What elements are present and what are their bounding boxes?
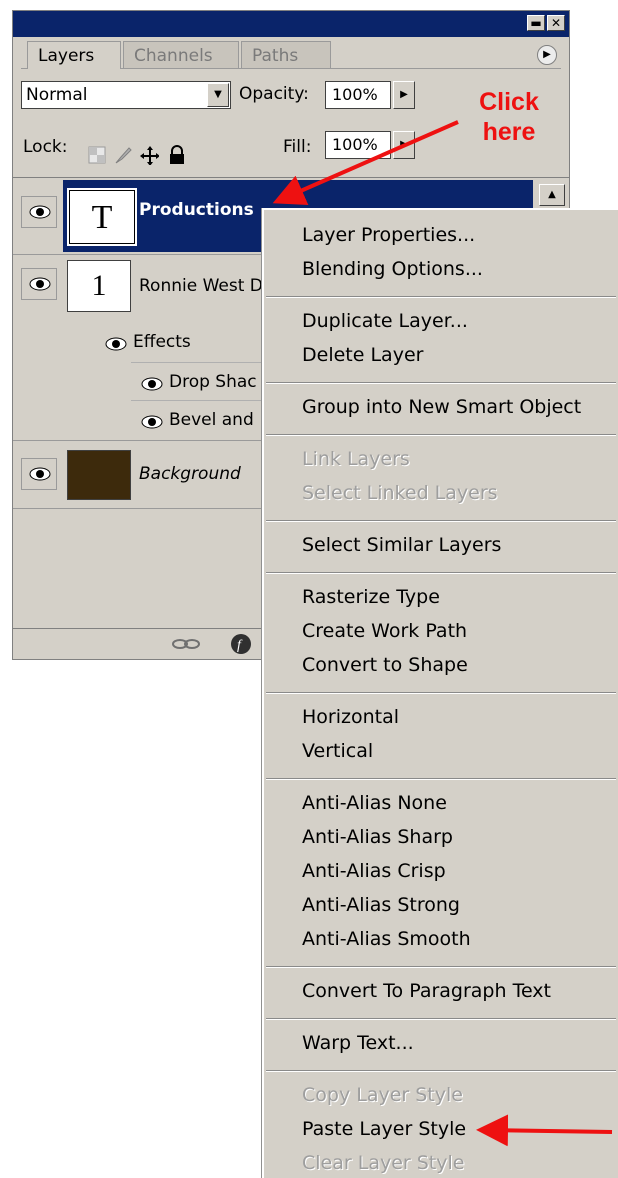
- tab-layers[interactable]: Layers: [27, 41, 121, 69]
- arrow-to-layer: [272, 120, 459, 206]
- annotation-overlay: [272, 120, 613, 1147]
- arrow-to-paste-layer-style: [476, 1114, 613, 1147]
